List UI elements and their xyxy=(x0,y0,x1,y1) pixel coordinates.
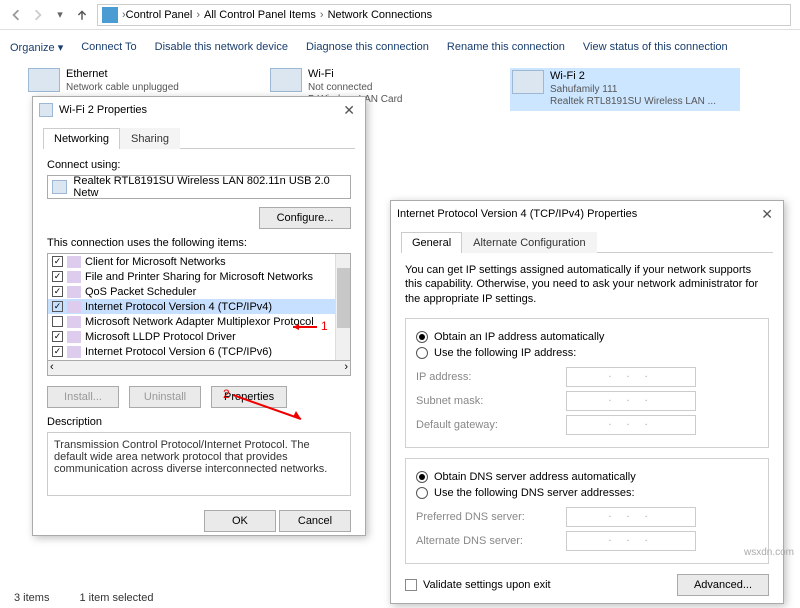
description-box: Transmission Control Protocol/Internet P… xyxy=(47,432,351,496)
ok-button[interactable]: OK xyxy=(204,510,276,532)
net-ethernet[interactable]: Ethernet Network cable unplugged xyxy=(28,68,258,94)
install-button[interactable]: Install... xyxy=(47,386,119,408)
breadcrumb[interactable]: › Control Panel › All Control Panel Item… xyxy=(97,4,791,26)
mask-input: . . . xyxy=(566,391,696,411)
nav-fwd[interactable] xyxy=(27,4,49,26)
ip-input: . . . xyxy=(566,367,696,387)
tab-networking[interactable]: Networking xyxy=(43,128,120,149)
cmd-diagnose[interactable]: Diagnose this connection xyxy=(306,41,429,53)
ipv4-blurb: You can get IP settings assigned automat… xyxy=(405,263,769,306)
nav-up[interactable] xyxy=(71,4,93,26)
annotation-2: 2 xyxy=(223,387,230,401)
radio-auto-ip[interactable] xyxy=(416,331,428,343)
uninstall-button[interactable]: Uninstall xyxy=(129,386,201,408)
crumb-c[interactable]: Network Connections xyxy=(328,9,433,21)
radio-manual-ip[interactable] xyxy=(416,347,428,359)
ipv4-row[interactable]: ✓Internet Protocol Version 4 (TCP/IPv4) xyxy=(48,299,350,314)
cmd-disable[interactable]: Disable this network device xyxy=(155,41,288,53)
close-icon[interactable]: ✕ xyxy=(339,102,359,119)
dlg1-title: Wi-Fi 2 Properties xyxy=(59,104,147,116)
cmd-connect[interactable]: Connect To xyxy=(81,41,136,53)
location-icon xyxy=(102,7,118,23)
advanced-button[interactable]: Advanced... xyxy=(677,574,769,596)
checkbox-icon[interactable]: ✓ xyxy=(52,256,63,267)
validate-checkbox[interactable] xyxy=(405,579,417,591)
close-icon[interactable]: ✕ xyxy=(757,206,777,223)
watermark: wsxdn.com xyxy=(744,547,794,558)
crumb-b[interactable]: All Control Panel Items xyxy=(204,9,316,21)
connect-using-label: Connect using: xyxy=(47,159,351,171)
gw-input: . . . xyxy=(566,415,696,435)
tab-sharing[interactable]: Sharing xyxy=(120,128,180,149)
wifi2-properties-dialog: Wi-Fi 2 Properties ✕ Networking Sharing … xyxy=(32,96,366,536)
wifi-icon xyxy=(270,68,302,92)
nav-back[interactable] xyxy=(5,4,27,26)
tab-altconfig[interactable]: Alternate Configuration xyxy=(462,232,597,253)
radio-auto-dns[interactable] xyxy=(416,471,428,483)
crumb-a[interactable]: Control Panel xyxy=(126,9,193,21)
dns1-input: . . . xyxy=(566,507,696,527)
wifi2-icon xyxy=(512,70,544,94)
cmd-view[interactable]: View status of this connection xyxy=(583,41,728,53)
adapter-icon xyxy=(52,180,67,194)
cmd-rename[interactable]: Rename this connection xyxy=(447,41,565,53)
list-hscroll[interactable]: ‹› xyxy=(47,361,351,376)
dns2-input: . . . xyxy=(566,531,696,551)
net-wifi2[interactable]: Wi-Fi 2 Sahufamily 111 Realtek RTL8191SU… xyxy=(510,68,740,111)
annotation-1: 1 xyxy=(321,319,328,333)
protocol-listbox[interactable]: ✓Client for Microsoft Networks ✓File and… xyxy=(47,253,351,361)
cancel-button[interactable]: Cancel xyxy=(279,510,351,532)
nav-recent[interactable]: ▾ xyxy=(49,4,71,26)
status-bar: 3 items 1 item selected xyxy=(14,592,153,604)
description-label: Description xyxy=(47,416,351,428)
network-icon xyxy=(39,103,53,117)
ethernet-icon xyxy=(28,68,60,92)
list-scrollbar[interactable] xyxy=(335,254,350,360)
command-bar: Organize ▾ Connect To Disable this netwo… xyxy=(0,30,800,64)
tab-general[interactable]: General xyxy=(401,232,462,253)
configure-button[interactable]: Configure... xyxy=(259,207,351,229)
organize-menu[interactable]: Organize ▾ xyxy=(10,41,63,54)
radio-manual-dns[interactable] xyxy=(416,487,428,499)
items-label: This connection uses the following items… xyxy=(47,237,351,249)
adapter-field[interactable]: Realtek RTL8191SU Wireless LAN 802.11n U… xyxy=(47,175,351,199)
dlg2-title: Internet Protocol Version 4 (TCP/IPv4) P… xyxy=(397,208,637,220)
ipv4-properties-dialog: Internet Protocol Version 4 (TCP/IPv4) P… xyxy=(390,200,784,604)
